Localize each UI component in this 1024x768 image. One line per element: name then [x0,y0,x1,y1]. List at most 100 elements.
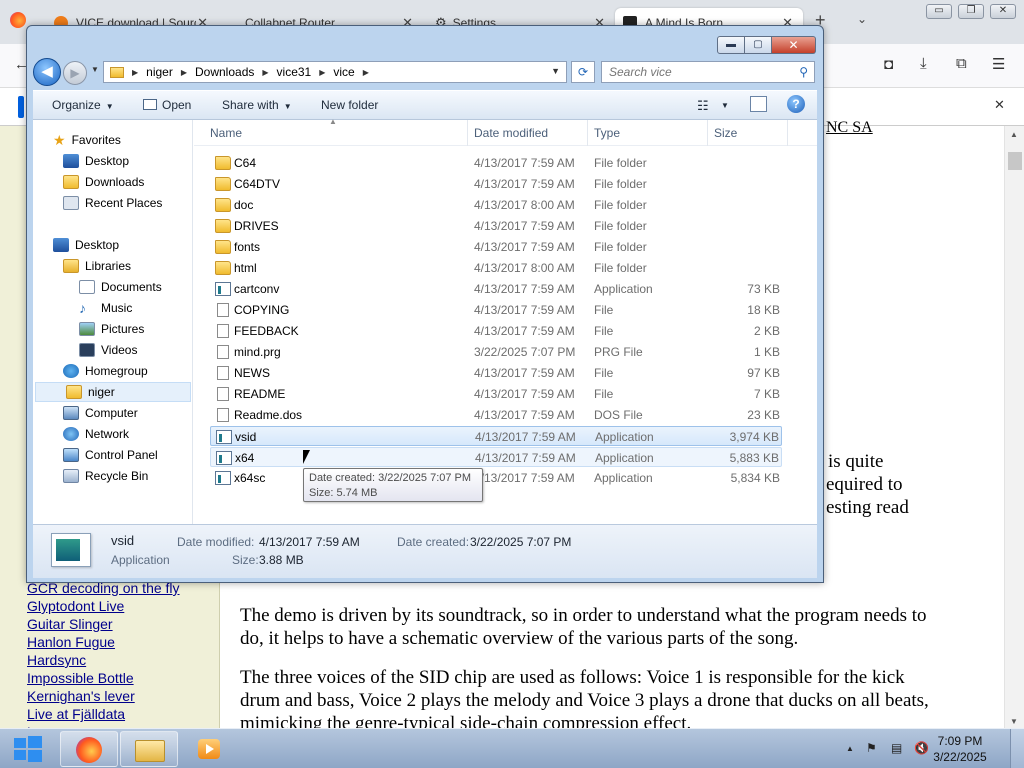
organize-button[interactable]: Organize ▼ [52,98,114,112]
new-folder-button[interactable]: New folder [321,98,378,112]
address-dropdown-icon[interactable]: ▼ [551,66,560,76]
browser-minimize-button[interactable]: ▭ [926,4,952,19]
maximize-button[interactable]: ▢ [745,36,772,54]
file-row[interactable]: COPYING 4/13/2017 7:59 AM File 18 KB [210,300,782,320]
scrollbar-thumb[interactable] [1008,152,1022,170]
taskbar-firefox[interactable] [60,731,118,767]
recent-locations-dropdown-icon[interactable]: ▼ [91,65,99,74]
action-center-flag-icon[interactable]: ⚑ [866,741,877,755]
preview-pane-icon[interactable] [750,96,767,112]
nav-downloads[interactable]: Downloads [63,172,144,192]
browser-close-button[interactable]: ✕ [990,4,1016,19]
breadcrumb-separator-icon[interactable]: ▶ [363,68,369,77]
nav-videos[interactable]: Videos [79,340,137,360]
sidebar-link[interactable]: Hardsync [27,652,86,668]
sidebar-link[interactable]: Glyptodont Live [27,598,124,614]
pocket-icon[interactable]: ◘ [884,56,893,73]
file-row[interactable]: cartconv 4/13/2017 7:59 AM Application 73 K… [210,279,782,299]
file-row-selected[interactable]: vsid 4/13/2017 7:59 AM Application 3,974 KB [210,426,782,446]
nav-libraries[interactable]: Libraries [63,256,131,276]
file-type: DOS File [594,408,643,422]
forward-button[interactable]: ▶ [63,61,87,85]
nav-niger[interactable]: niger [35,382,191,402]
file-row[interactable]: NEWS 4/13/2017 7:59 AM File 97 KB [210,363,782,383]
nav-music[interactable]: ♪ Music [79,298,132,318]
sidebar-link[interactable]: Live at Fjälldata [27,706,125,722]
breadcrumb-vice31[interactable]: vice31 [277,65,312,79]
column-type[interactable]: Type [588,120,708,146]
page-scrollbar[interactable]: ▲ ▼ [1004,126,1024,730]
breadcrumb-separator-icon[interactable]: ▶ [262,68,268,77]
nav-desktop-favorite[interactable]: Desktop [63,151,129,171]
file-date: 4/13/2017 7:59 AM [474,303,575,317]
column-name[interactable]: Name [204,120,468,146]
file-row[interactable]: x64sc 4/13/2017 7:59 AM Application 5,834 K… [210,468,782,488]
breadcrumb-separator-icon[interactable]: ▶ [132,68,138,77]
nav-recycle-bin[interactable]: Recycle Bin [63,466,148,486]
network-tray-icon[interactable]: ▤ [891,741,902,755]
show-desktop-button[interactable] [1010,729,1024,768]
downloads-icon[interactable]: ⤓ [920,55,927,72]
nav-control-panel[interactable]: Control Panel [63,445,158,465]
back-button[interactable]: ◀ [33,58,61,86]
nav-network[interactable]: Network [63,424,129,444]
taskbar-explorer[interactable] [120,731,178,767]
extensions-icon[interactable]: ⧉ [956,55,967,72]
nav-computer[interactable]: Computer [63,403,138,423]
taskbar-media-player[interactable] [196,737,222,761]
file-row[interactable]: FEEDBACK 4/13/2017 7:59 AM File 2 KB [210,321,782,341]
command-bar: Organize ▼ Open Share with ▼ New folder ☷ … [33,90,817,120]
file-row[interactable]: DRIVES 4/13/2017 7:59 AM File folder [210,216,782,236]
breadcrumb-downloads[interactable]: Downloads [195,65,254,79]
nav-favorites[interactable]: ★ Favorites [53,130,121,150]
breadcrumb-niger[interactable]: niger [146,65,173,79]
scroll-down-icon[interactable]: ▼ [1010,717,1018,726]
volume-muted-icon[interactable]: 🔇 [914,741,929,755]
computer-icon [63,406,79,420]
sidebar-link[interactable]: Impossible Bottle [27,670,134,686]
nav-pictures[interactable]: Pictures [79,319,144,339]
browser-restore-button[interactable]: ❐ [958,4,984,19]
tray-chevron-icon[interactable]: ▲ [846,744,854,753]
nav-recent-places[interactable]: Recent Places [63,193,162,213]
change-view-icon[interactable]: ☷ [697,98,709,114]
nav-homegroup[interactable]: Homegroup [63,361,148,381]
help-icon[interactable]: ? [787,95,805,113]
file-row[interactable]: Readme.dos 4/13/2017 7:59 AM DOS File 23 KB [210,405,782,425]
breadcrumb-separator-icon[interactable]: ▶ [181,68,187,77]
start-button[interactable] [2,730,54,768]
search-icon[interactable]: ⚲ [799,65,808,79]
breadcrumb-separator-icon[interactable]: ▶ [319,68,325,77]
column-size[interactable]: Size [708,120,788,146]
search-box[interactable]: ⚲ [601,61,815,83]
search-input[interactable] [602,62,792,82]
file-row[interactable]: README 4/13/2017 7:59 AM File 7 KB [210,384,782,404]
nav-documents[interactable]: Documents [79,277,162,297]
close-button[interactable]: ✕ [772,36,816,54]
sidebar-link[interactable]: Guitar Slinger [27,616,113,632]
minimize-button[interactable]: ▬ [717,36,745,54]
file-row[interactable]: fonts 4/13/2017 7:59 AM File folder [210,237,782,257]
file-row[interactable]: C64DTV 4/13/2017 7:59 AM File folder [210,174,782,194]
sidebar-link[interactable]: Kernighan's lever [27,688,135,704]
breadcrumb-vice[interactable]: vice [333,65,354,79]
share-with-button[interactable]: Share with ▼ [222,98,292,112]
refresh-button[interactable]: ⟳ [571,61,595,83]
tab-list-button[interactable]: ⌄ [857,12,867,26]
file-row[interactable]: C64 4/13/2017 7:59 AM File folder [210,153,782,173]
address-bar[interactable]: ▶ niger ▶ Downloads ▶ vice31 ▶ vice ▶ ▼ [103,61,567,83]
file-row-hovered[interactable]: x64 4/13/2017 7:59 AM Application 5,883 KB [210,447,782,467]
sidebar-link[interactable]: Hanlon Fugue [27,634,115,650]
open-button[interactable]: Open [143,98,191,112]
system-clock[interactable]: 7:09 PM 3/22/2025 [930,733,990,765]
notification-close-icon[interactable]: ✕ [994,97,1005,113]
scroll-up-icon[interactable]: ▲ [1010,130,1018,139]
file-row[interactable]: html 4/13/2017 8:00 AM File folder [210,258,782,278]
menu-icon[interactable]: ☰ [992,55,1005,73]
nav-desktop[interactable]: Desktop [53,235,119,255]
file-row[interactable]: mind.prg 3/22/2025 7:07 PM PRG File 1 KB [210,342,782,362]
column-headers: ▲ Name Date modified Type Size [194,117,817,146]
file-row[interactable]: doc 4/13/2017 8:00 AM File folder [210,195,782,215]
view-options-dropdown-icon[interactable]: ▼ [721,101,729,110]
column-date-modified[interactable]: Date modified [468,120,588,146]
